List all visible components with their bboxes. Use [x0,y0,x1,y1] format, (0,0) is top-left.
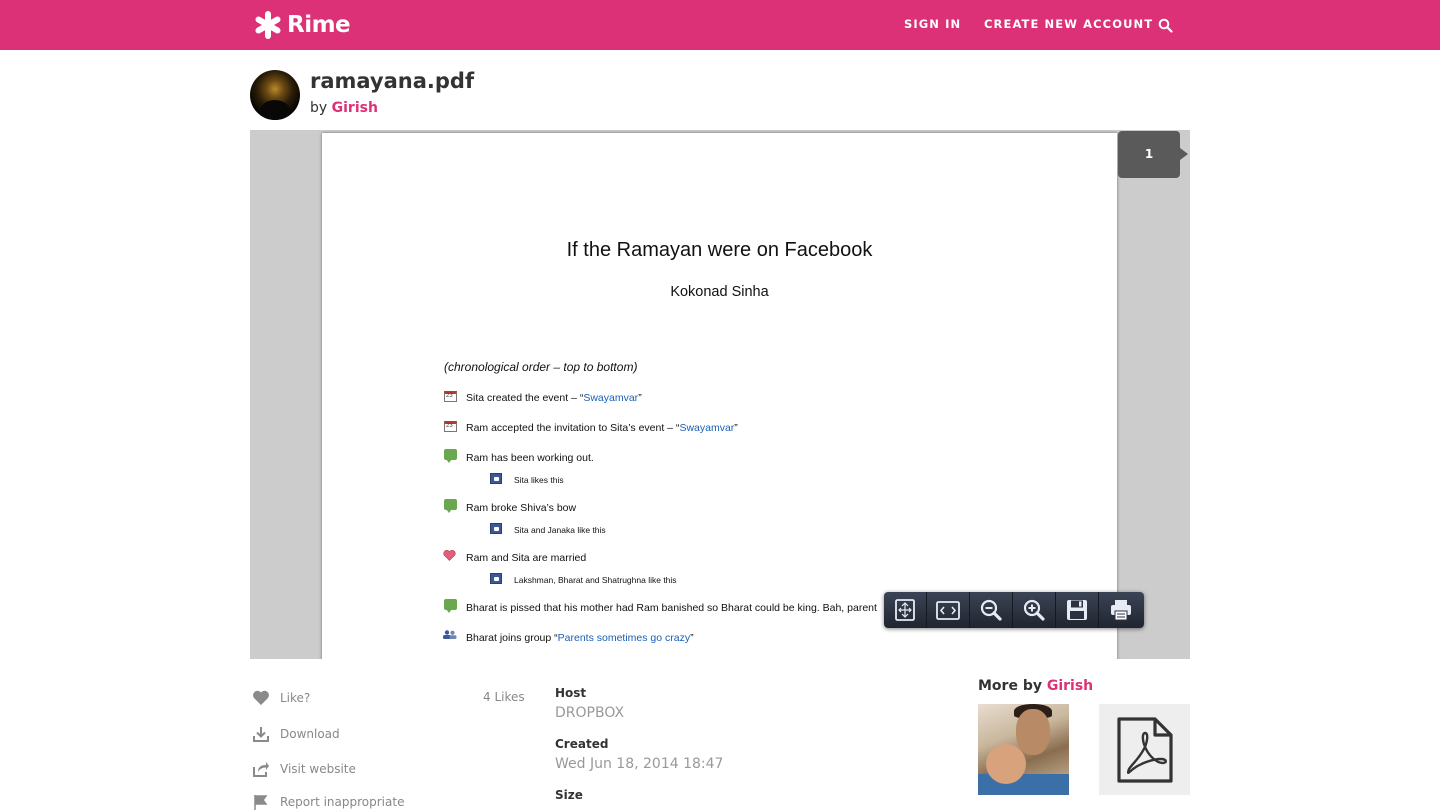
event-link[interactable]: Swayamvar [583,392,638,404]
byline-prefix: by [310,100,328,116]
calendar-icon [444,391,457,402]
print-button[interactable] [1099,592,1142,628]
like-thumb-icon [490,473,502,484]
print-icon [1110,600,1131,621]
host-value: DROPBOX [555,705,625,721]
zoom-out-button[interactable] [970,592,1013,628]
flag-icon [254,795,268,810]
timeline-entry: Sita created the event – “Swayamvar” [466,392,642,404]
page-navigation-button[interactable] [927,592,970,628]
wall-post-icon [444,499,457,513]
rime-logo[interactable]: Rime [252,9,351,41]
like-thumb-icon [490,523,502,534]
page-number-indicator[interactable]: 1 [1118,131,1188,178]
share-external-icon [253,762,269,777]
author-avatar[interactable] [250,70,300,120]
more-by-heading: More by Girish [978,678,1094,694]
create-account-link[interactable]: CREATE NEW ACCOUNT [984,17,1153,31]
created-value: Wed Jun 18, 2014 18:47 [555,756,724,772]
document-title: ramayana.pdf [310,69,475,93]
asterisk-logo-icon [255,11,281,39]
author-link[interactable]: Girish [332,100,378,116]
zoom-out-icon [980,599,1002,621]
wall-post-icon [444,599,457,613]
report-label: Report inappropriate [280,795,405,809]
like-label: Like? [280,691,311,705]
like-button[interactable]: Like? [252,689,310,707]
pdf-page: If the Ramayan were on Facebook Kokonad … [322,133,1117,659]
pdf-toolbar [884,592,1144,628]
group-icon [443,630,457,639]
like-thumb-icon [490,573,502,584]
created-label: Created [555,737,609,751]
download-link[interactable]: Download [252,725,340,743]
page-author: Kokonad Sinha [670,284,769,300]
fit-page-button[interactable] [884,592,927,628]
like-line: Lakshman, Bharat and Shatrughna like thi… [514,575,677,585]
calendar-icon [444,421,457,432]
save-icon [1067,600,1087,620]
zoom-in-icon [1023,599,1045,621]
byline: by Girish [310,100,378,116]
pdf-file-icon [1116,716,1173,783]
more-author-link[interactable]: Girish [1047,678,1093,694]
pdf-viewer[interactable]: If the Ramayan were on Facebook Kokonad … [250,130,1190,659]
heart-icon [443,550,456,561]
sign-in-link[interactable]: SIGN IN [904,17,961,31]
group-link[interactable]: Parents sometimes go crazy [558,632,690,644]
visit-website-link[interactable]: Visit website [252,760,356,778]
related-item-pdf-thumbnail[interactable] [1099,704,1190,795]
page-heading: If the Ramayan were on Facebook [566,239,873,261]
save-button[interactable] [1056,592,1099,628]
timeline-entry: Bharat joins group “Parents sometimes go… [466,632,694,644]
related-item-photo-thumbnail[interactable] [978,704,1069,795]
heart-icon [253,690,269,705]
timeline-entry: Ram has been working out. [466,452,594,464]
like-line: Sita and Janaka like this [514,525,606,535]
like-line: Sita likes this [514,475,564,485]
timeline-entry: Bharat is pissed that his mother had Ram… [466,602,877,614]
order-note: (chronological order – top to bottom) [444,360,638,374]
timeline-entry: Ram broke Shiva’s bow [466,502,577,514]
search-icon[interactable] [1158,18,1173,33]
brand-name: Rime [287,12,351,38]
event-link[interactable]: Swayamvar [679,422,734,434]
fit-page-icon [895,599,915,621]
report-link[interactable]: Report inappropriate [252,793,404,811]
download-icon [253,727,269,742]
timeline-entry: Ram accepted the invitation to Sita’s ev… [466,422,738,434]
zoom-in-button[interactable] [1013,592,1056,628]
prev-next-icon [936,601,960,620]
download-label: Download [280,727,340,741]
timeline-entry: Ram and Sita are married [466,552,587,564]
host-label: Host [555,686,587,700]
top-navigation-bar: Rime SIGN IN CREATE NEW ACCOUNT [0,0,1440,50]
size-label: Size [555,788,583,802]
visit-website-label: Visit website [280,762,356,776]
wall-post-icon [444,449,457,463]
likes-count: 4 Likes [483,690,525,704]
